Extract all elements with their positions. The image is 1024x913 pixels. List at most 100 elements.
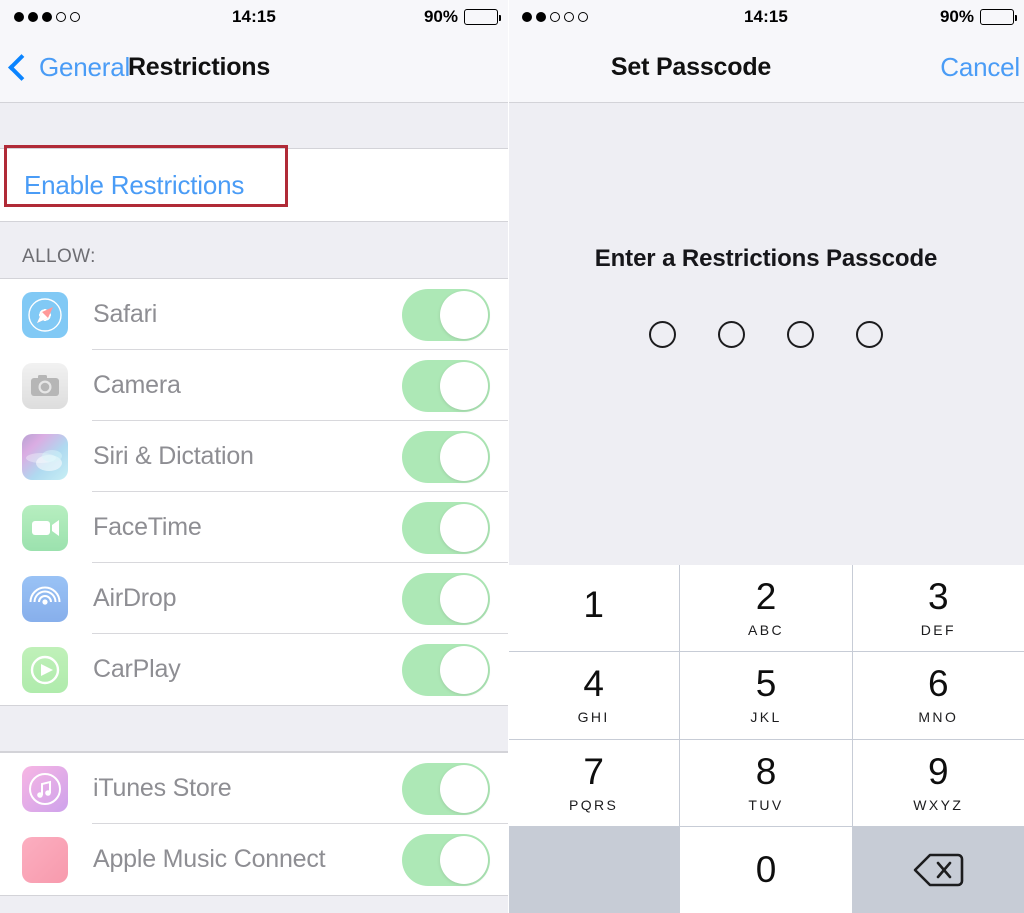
chevron-left-icon <box>8 54 35 81</box>
toggle-facetime[interactable] <box>402 501 490 554</box>
toggle-apple-music-connect[interactable] <box>402 833 490 886</box>
key-0[interactable]: 0 <box>680 826 852 913</box>
apple-music-connect-icon <box>22 836 68 883</box>
cancel-button[interactable]: Cancel <box>940 52 1024 83</box>
key-letters: MNO <box>918 709 959 726</box>
key-1[interactable]: 1 <box>508 565 680 652</box>
passcode-dot <box>787 321 814 348</box>
list-item-airdrop[interactable]: AirDrop <box>0 563 508 634</box>
list-item-itunes-store[interactable]: iTunes Store <box>0 753 508 824</box>
enable-restrictions-group: Enable Restrictions <box>0 145 508 222</box>
navigation-bar-right: Set Passcode Cancel <box>508 33 1024 103</box>
key-backspace[interactable] <box>852 826 1024 913</box>
key-number: 4 <box>583 663 604 705</box>
toggle-safari[interactable] <box>402 288 490 341</box>
allow-section-header: ALLOW: <box>0 222 508 278</box>
list-item-label: FaceTime <box>93 513 202 541</box>
list-item-label: Camera <box>93 371 181 399</box>
key-letters: DEF <box>920 622 956 639</box>
camera-icon <box>22 362 68 409</box>
toggle-airdrop[interactable] <box>402 572 490 625</box>
battery-icon <box>980 8 1017 25</box>
list-item-carplay[interactable]: CarPlay <box>0 634 508 705</box>
passcode-dot <box>856 321 883 348</box>
itunes-store-icon <box>22 765 68 812</box>
toggle-itunes-store[interactable] <box>402 762 490 815</box>
page-title: Set Passcode <box>610 53 772 81</box>
passcode-prompt: Enter a Restrictions Passcode <box>594 245 938 272</box>
list-item-apple-music-connect[interactable]: Apple Music Connect <box>0 824 508 895</box>
dual-screenshot: 14:15 90% General Restrictions Enable Re… <box>0 0 1024 913</box>
passcode-dots <box>508 321 1024 348</box>
key-8[interactable]: 8 TUV <box>680 739 852 826</box>
back-button-general[interactable]: General <box>0 52 130 83</box>
toggle-camera[interactable] <box>402 359 490 412</box>
battery-status: 90% <box>423 6 501 27</box>
status-bar-left: 14:15 90% <box>0 0 508 33</box>
allow-list: Safari Camera Siri & Dictation FaceTime … <box>0 278 508 706</box>
list-item-label: Safari <box>93 300 158 328</box>
key-7[interactable]: 7 PQRS <box>508 739 680 826</box>
backspace-icon <box>914 853 964 887</box>
key-number: 8 <box>755 750 777 792</box>
back-button-label: General <box>39 52 131 82</box>
passcode-entry-area: Enter a Restrictions Passcode <box>508 110 1024 565</box>
carplay-icon <box>22 646 68 693</box>
key-2[interactable]: 2 ABC <box>680 565 852 652</box>
list-item-label: Siri & Dictation <box>93 442 254 470</box>
enable-restrictions-label: Enable Restrictions <box>24 169 245 200</box>
key-letters: WXYZ <box>913 796 964 813</box>
key-number: 6 <box>928 663 949 705</box>
key-letters: JKL <box>750 709 782 726</box>
toggle-carplay[interactable] <box>402 643 490 696</box>
list-item-facetime[interactable]: FaceTime <box>0 492 508 563</box>
top-gap <box>0 103 508 148</box>
battery-percent-label: 90% <box>423 6 458 26</box>
key-letters: GHI <box>577 709 610 726</box>
set-passcode-screen: 14:15 90% Set Passcode Cancel Enter a Re… <box>508 0 1024 913</box>
battery-icon <box>464 8 501 25</box>
key-number: 9 <box>928 750 949 792</box>
key-letters: ABC <box>747 622 784 639</box>
store-list: iTunes Store Apple Music Connect <box>0 752 508 896</box>
key-number: 1 <box>583 584 604 626</box>
battery-status: 90% <box>939 6 1017 27</box>
airdrop-icon <box>22 575 68 622</box>
signal-strength-indicator <box>522 11 588 22</box>
list-item-label: iTunes Store <box>93 774 232 802</box>
safari-icon <box>22 291 68 338</box>
restrictions-scroll-area[interactable]: Enable Restrictions ALLOW: Safari Camera… <box>0 103 508 913</box>
key-3[interactable]: 3 DEF <box>852 565 1024 652</box>
status-bar-right: 14:15 90% <box>508 0 1024 33</box>
key-blank <box>508 826 680 913</box>
key-number: 3 <box>928 576 949 618</box>
key-number: 5 <box>755 663 777 705</box>
key-number: 7 <box>583 750 604 792</box>
list-item-label: Apple Music Connect <box>93 845 326 873</box>
list-item-siri-dictation[interactable]: Siri & Dictation <box>0 421 508 492</box>
passcode-dot <box>649 321 676 348</box>
key-number: 0 <box>755 849 777 891</box>
key-letters: TUV <box>748 796 784 813</box>
siri-icon <box>22 433 68 480</box>
restrictions-screen: 14:15 90% General Restrictions Enable Re… <box>0 0 508 913</box>
list-item-label: AirDrop <box>93 584 177 612</box>
facetime-icon <box>22 504 68 551</box>
toggle-siri-dictation[interactable] <box>402 430 490 483</box>
signal-strength-indicator <box>14 11 80 22</box>
key-letters: PQRS <box>569 796 619 813</box>
list-item-label: CarPlay <box>93 655 181 683</box>
numeric-keypad: 1 2 ABC 3 DEF 4 GHI 5 JKL 6 MNO 7 PQRS 8… <box>508 565 1024 913</box>
enable-restrictions-row[interactable]: Enable Restrictions <box>0 145 508 221</box>
battery-percent-label: 90% <box>939 6 974 26</box>
panel-divider <box>508 0 509 913</box>
navigation-bar-left: General Restrictions <box>0 33 508 103</box>
list-item-safari[interactable]: Safari <box>0 279 508 350</box>
key-6[interactable]: 6 MNO <box>852 652 1024 739</box>
key-4[interactable]: 4 GHI <box>508 652 680 739</box>
key-9[interactable]: 9 WXYZ <box>852 739 1024 826</box>
list-item-camera[interactable]: Camera <box>0 350 508 421</box>
section-spacer <box>0 706 508 752</box>
passcode-dot <box>718 321 745 348</box>
key-5[interactable]: 5 JKL <box>680 652 852 739</box>
